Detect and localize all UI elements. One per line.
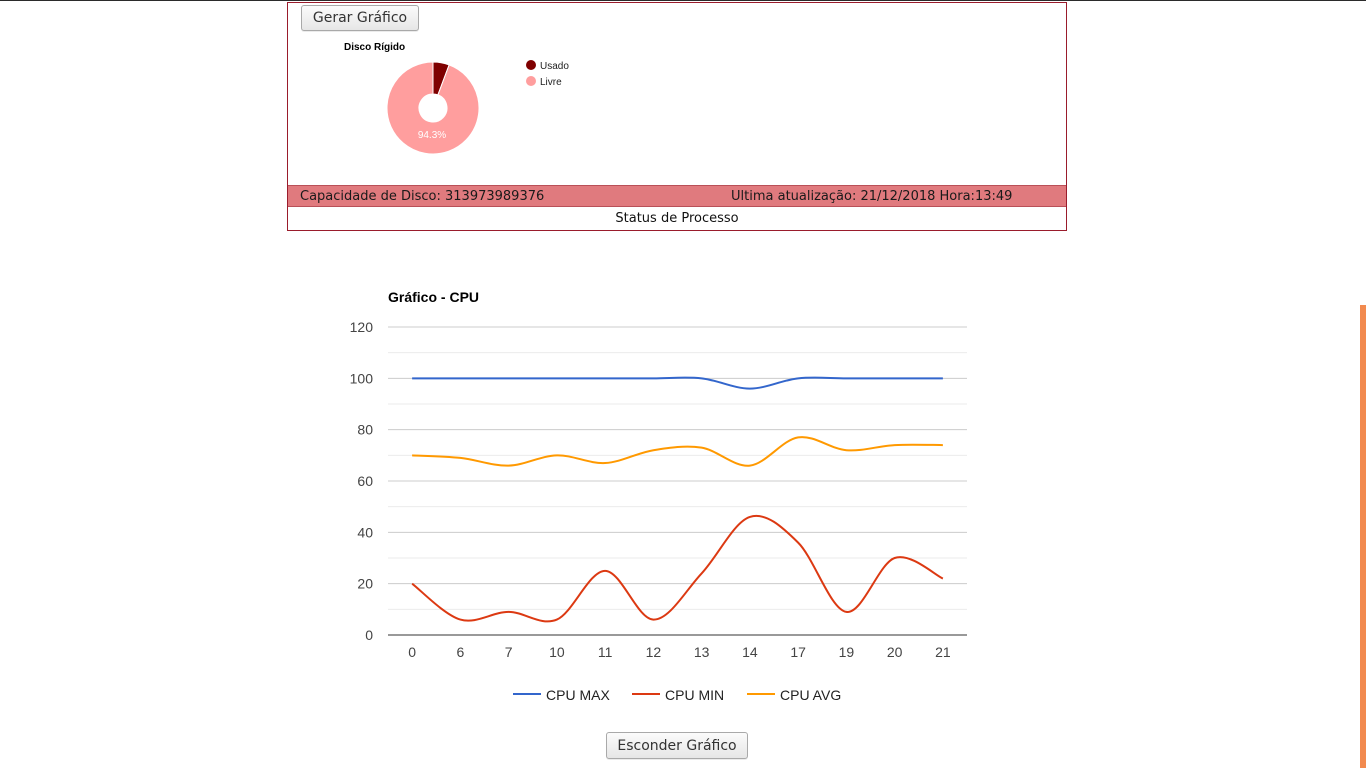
y-tick-label: 40	[357, 524, 373, 540]
series-line-cpu-avg	[412, 436, 943, 467]
cpu-min-swatch	[632, 693, 660, 696]
y-tick-label: 100	[350, 370, 374, 386]
legend-cpu-max-label: CPU MAX	[546, 687, 610, 703]
x-tick-label: 7	[505, 644, 513, 660]
cpu-avg-swatch	[747, 693, 775, 696]
x-tick-label: 14	[742, 644, 758, 660]
legend-cpu-max: CPU MAX	[513, 686, 610, 704]
cpu-max-swatch	[513, 693, 541, 696]
y-tick-label: 80	[357, 422, 373, 438]
cpu-line-chart: 0 20 40 60 80 100 120 0 6 7 10 11 12 13 14 17 19 20 21	[350, 319, 967, 660]
y-tick-label: 60	[357, 473, 373, 489]
x-tick-label: 6	[456, 644, 464, 660]
x-tick-label: 17	[790, 644, 806, 660]
y-tick-label: 20	[357, 576, 373, 592]
x-tick-label: 11	[598, 644, 613, 660]
x-tick-label: 19	[839, 644, 855, 660]
x-tick-label: 13	[694, 644, 710, 660]
x-tick-label: 21	[935, 644, 951, 660]
legend-cpu-min: CPU MIN	[632, 686, 724, 704]
y-tick-label: 120	[350, 319, 374, 335]
series-line-cpu-min	[411, 514, 944, 623]
hide-chart-button[interactable]: Esconder Gráfico	[606, 732, 748, 759]
legend-cpu-avg: CPU AVG	[747, 686, 841, 704]
series-line-cpu-max	[412, 376, 943, 390]
x-tick-label: 12	[646, 644, 662, 660]
x-tick-label: 10	[549, 644, 565, 660]
x-tick-label: 0	[408, 644, 416, 660]
x-tick-label: 20	[887, 644, 903, 660]
legend-cpu-min-label: CPU MIN	[665, 687, 725, 703]
y-tick-label: 0	[365, 627, 373, 643]
legend-cpu-avg-label: CPU AVG	[780, 687, 842, 703]
